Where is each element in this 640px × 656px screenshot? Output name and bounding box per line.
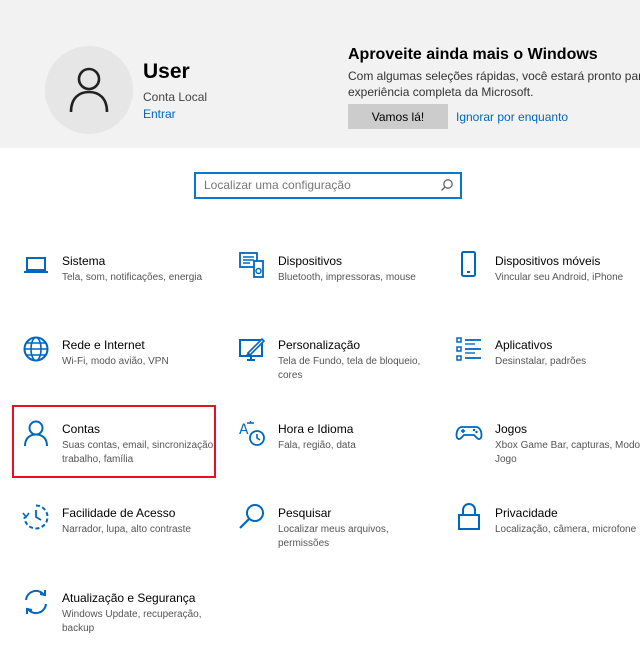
category-pesquisar[interactable]: Pesquisar Localizar meus arquivos, permi… [238,503,438,571]
category-description: Wi-Fi, modo avião, VPN [62,356,169,367]
category-title: Facilidade de Acesso [62,506,176,520]
category-atualizacao-seguranca[interactable]: Atualização e Segurança Windows Update, … [22,588,222,656]
search-input[interactable] [204,176,432,194]
category-description: Tela de Fundo, tela de bloqueio, cores [278,356,421,381]
search-icon[interactable] [440,178,454,197]
skip-link[interactable]: Ignorar por enquanto [456,110,568,124]
category-title: Sistema [62,254,106,268]
category-contas[interactable]: Contas Suas contas, email, sincronização… [22,419,222,487]
category-rede-internet[interactable]: Rede e Internet Wi-Fi, modo avião, VPN [22,335,222,403]
devices-icon [238,251,266,279]
category-privacidade[interactable]: Privacidade Localização, câmera, microfo… [455,503,640,571]
gamepad-icon [455,419,483,447]
category-title: Dispositivos móveis [495,254,601,268]
category-hora-idioma[interactable]: A Hora e Idioma Fala, região, data [238,419,438,487]
person-icon [22,419,50,447]
category-title: Aplicativos [495,338,553,352]
category-personalizacao[interactable]: Personalização Tela de Fundo, tela de bl… [238,335,438,403]
category-title: Contas [62,422,101,436]
category-description: Narrador, lupa, alto contraste [62,524,191,535]
laptop-icon [22,251,50,279]
apps-list-icon [455,335,483,363]
category-description: Desinstalar, padrões [495,356,587,367]
category-title: Pesquisar [278,506,332,520]
category-description: Fala, região, data [278,440,356,451]
globe-icon [22,335,50,363]
header-banner: User Conta Local Entrar Aproveite ainda … [0,0,640,148]
promo-text-line2: experiência completa da Microsoft. [348,85,534,99]
category-description: Bluetooth, impressoras, mouse [278,272,416,283]
category-dispositivos-moveis[interactable]: Dispositivos móveis Vincular seu Android… [455,251,640,319]
promo-text: Com algumas seleções rápidas, você estar… [348,68,640,100]
category-title: Personalização [278,338,361,352]
category-sistema[interactable]: Sistema Tela, som, notificações, energia [22,251,222,319]
lets-go-button[interactable]: Vamos lá! [348,104,448,129]
category-dispositivos[interactable]: Dispositivos Bluetooth, impressoras, mou… [238,251,438,319]
user-name: User [143,60,190,83]
search-box[interactable] [194,172,462,199]
personalization-icon [238,335,266,363]
promo-text-line1: Com algumas seleções rápidas, você estar… [348,69,640,83]
account-type: Conta Local [143,90,208,104]
lock-icon [455,503,483,531]
promo-title: Aproveite ainda mais o Windows [348,46,598,63]
category-title: Atualização e Segurança [62,591,196,605]
category-jogos[interactable]: Jogos Xbox Game Bar, capturas, Modo de J… [455,419,640,487]
category-description: Suas contas, email, sincronização, traba… [62,440,216,465]
category-title: Privacidade [495,506,558,520]
category-facilidade-acesso[interactable]: Facilidade de Acesso Narrador, lupa, alt… [22,503,222,571]
category-description: Localizar meus arquivos, permissões [278,524,389,549]
search-icon [238,503,266,531]
signin-link[interactable]: Entrar [143,107,176,121]
category-aplicativos[interactable]: Aplicativos Desinstalar, padrões [455,335,640,403]
category-title: Jogos [495,422,528,436]
time-language-icon: A [238,419,266,447]
category-description: Xbox Game Bar, capturas, Modo de Jogo [495,440,640,465]
category-description: Localização, câmera, microfone [495,524,637,535]
sync-icon [22,588,50,616]
category-title: Rede e Internet [62,338,145,352]
avatar[interactable] [45,46,133,134]
category-title: Hora e Idioma [278,422,354,436]
category-description: Tela, som, notificações, energia [62,272,203,283]
category-description: Vincular seu Android, iPhone [495,272,624,283]
svg-text:A: A [239,422,249,438]
user-icon [69,67,109,113]
category-title: Dispositivos [278,254,343,268]
category-description: Windows Update, recuperação, backup [62,609,202,634]
ease-of-access-icon [22,503,50,531]
phone-icon [455,251,483,279]
